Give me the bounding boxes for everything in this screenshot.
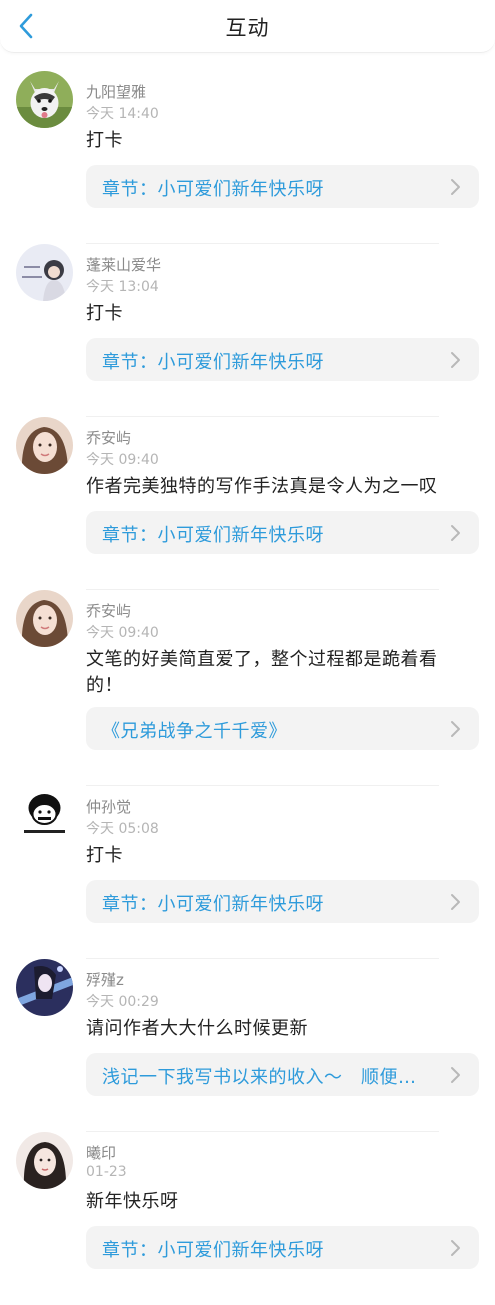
chapter-link-label: 章节：小可爱们新年快乐呀: [102, 352, 324, 373]
chapter-link[interactable]: 章节：小可爱们新年快乐呀: [86, 165, 479, 208]
avatar[interactable]: [16, 590, 73, 647]
comment-text: 打卡: [86, 845, 123, 866]
chapter-link[interactable]: 章节：小可爱们新年快乐呀: [86, 511, 479, 554]
comment-author[interactable]: 蓬莱山爱华: [86, 254, 161, 275]
comment-text: 新年快乐呀: [86, 1191, 179, 1212]
avatar[interactable]: [16, 244, 73, 301]
chevron-right-icon: [451, 894, 460, 910]
chevron-right-icon: [451, 1067, 460, 1083]
comment-time: 今天 00:29: [86, 994, 159, 1010]
chapter-link[interactable]: 浅记一下我写书以来的收入～ 顺便…: [86, 1053, 479, 1096]
chapter-link-label: 浅记一下我写书以来的收入～ 顺便…: [102, 1067, 417, 1088]
comment-author[interactable]: 殍殣z: [86, 969, 124, 990]
comment-item: 曦印 01-23 新年快乐呀 章节：小可爱们新年快乐呀: [0, 1132, 495, 1305]
chapter-link[interactable]: 章节：小可爱们新年快乐呀: [86, 338, 479, 381]
avatar[interactable]: [16, 786, 73, 843]
comment-text: 文笔的好美简直爱了，整个过程都是跪着看的！: [86, 649, 438, 696]
avatar[interactable]: [16, 1132, 73, 1189]
comment-text: 打卡: [86, 303, 123, 324]
chevron-right-icon: [451, 352, 460, 368]
comment-item: 仲孙觉 今天 05:08 打卡 章节：小可爱们新年快乐呀: [0, 786, 495, 959]
nav-bar: 互动: [0, 0, 495, 53]
chevron-right-icon: [451, 179, 460, 195]
avatar[interactable]: [16, 959, 73, 1016]
comment-item: 九阳望雅 今天 14:40 打卡 章节：小可爱们新年快乐呀: [0, 71, 495, 244]
comment-item: 殍殣z 今天 00:29 请问作者大大什么时候更新 浅记一下我写书以来的收入～ …: [0, 959, 495, 1132]
comment-list: 九阳望雅 今天 14:40 打卡 章节：小可爱们新年快乐呀 蓬莱山爱华 今天 1…: [0, 53, 495, 1305]
comment-time: 今天 14:40: [86, 106, 159, 122]
comment-item: 乔安屿 今天 09:40 作者完美独特的写作手法真是令人为之一叹 章节：小可爱们…: [0, 417, 495, 590]
chevron-right-icon: [451, 1240, 460, 1256]
book-link[interactable]: 《兄弟战争之千千爱》: [86, 707, 479, 750]
chapter-link-label: 章节：小可爱们新年快乐呀: [102, 894, 324, 915]
comment-author[interactable]: 曦印: [86, 1142, 116, 1163]
chapter-link[interactable]: 章节：小可爱们新年快乐呀: [86, 880, 479, 923]
comment-author[interactable]: 九阳望雅: [86, 81, 146, 102]
chevron-right-icon: [451, 525, 460, 541]
comment-text: 作者完美独特的写作手法真是令人为之一叹: [86, 476, 438, 497]
comment-time: 01-23: [86, 1164, 127, 1180]
comment-text: 打卡: [86, 130, 123, 151]
comment-time: 今天 05:08: [86, 821, 159, 837]
chapter-link[interactable]: 章节：小可爱们新年快乐呀: [86, 1226, 479, 1269]
avatar[interactable]: [16, 71, 73, 128]
comment-time: 今天 09:40: [86, 625, 159, 641]
chapter-link-label: 章节：小可爱们新年快乐呀: [102, 1240, 324, 1261]
book-link-label: 《兄弟战争之千千爱》: [102, 721, 287, 742]
comment-item: 蓬莱山爱华 今天 13:04 打卡 章节：小可爱们新年快乐呀: [0, 244, 495, 417]
comment-author[interactable]: 仲孙觉: [86, 796, 131, 817]
avatar[interactable]: [16, 417, 73, 474]
comment-time: 今天 09:40: [86, 452, 159, 468]
comment-time: 今天 13:04: [86, 279, 159, 295]
page-title: 互动: [225, 16, 270, 40]
comment-text: 请问作者大大什么时候更新: [86, 1018, 308, 1039]
chevron-right-icon: [451, 721, 460, 737]
comment-author[interactable]: 乔安屿: [86, 427, 131, 448]
comment-item: 乔安屿 今天 09:40 文笔的好美简直爱了，整个过程都是跪着看的！ 《兄弟战争…: [0, 590, 495, 786]
comment-author[interactable]: 乔安屿: [86, 600, 131, 621]
chapter-link-label: 章节：小可爱们新年快乐呀: [102, 525, 324, 546]
chapter-link-label: 章节：小可爱们新年快乐呀: [102, 179, 324, 200]
